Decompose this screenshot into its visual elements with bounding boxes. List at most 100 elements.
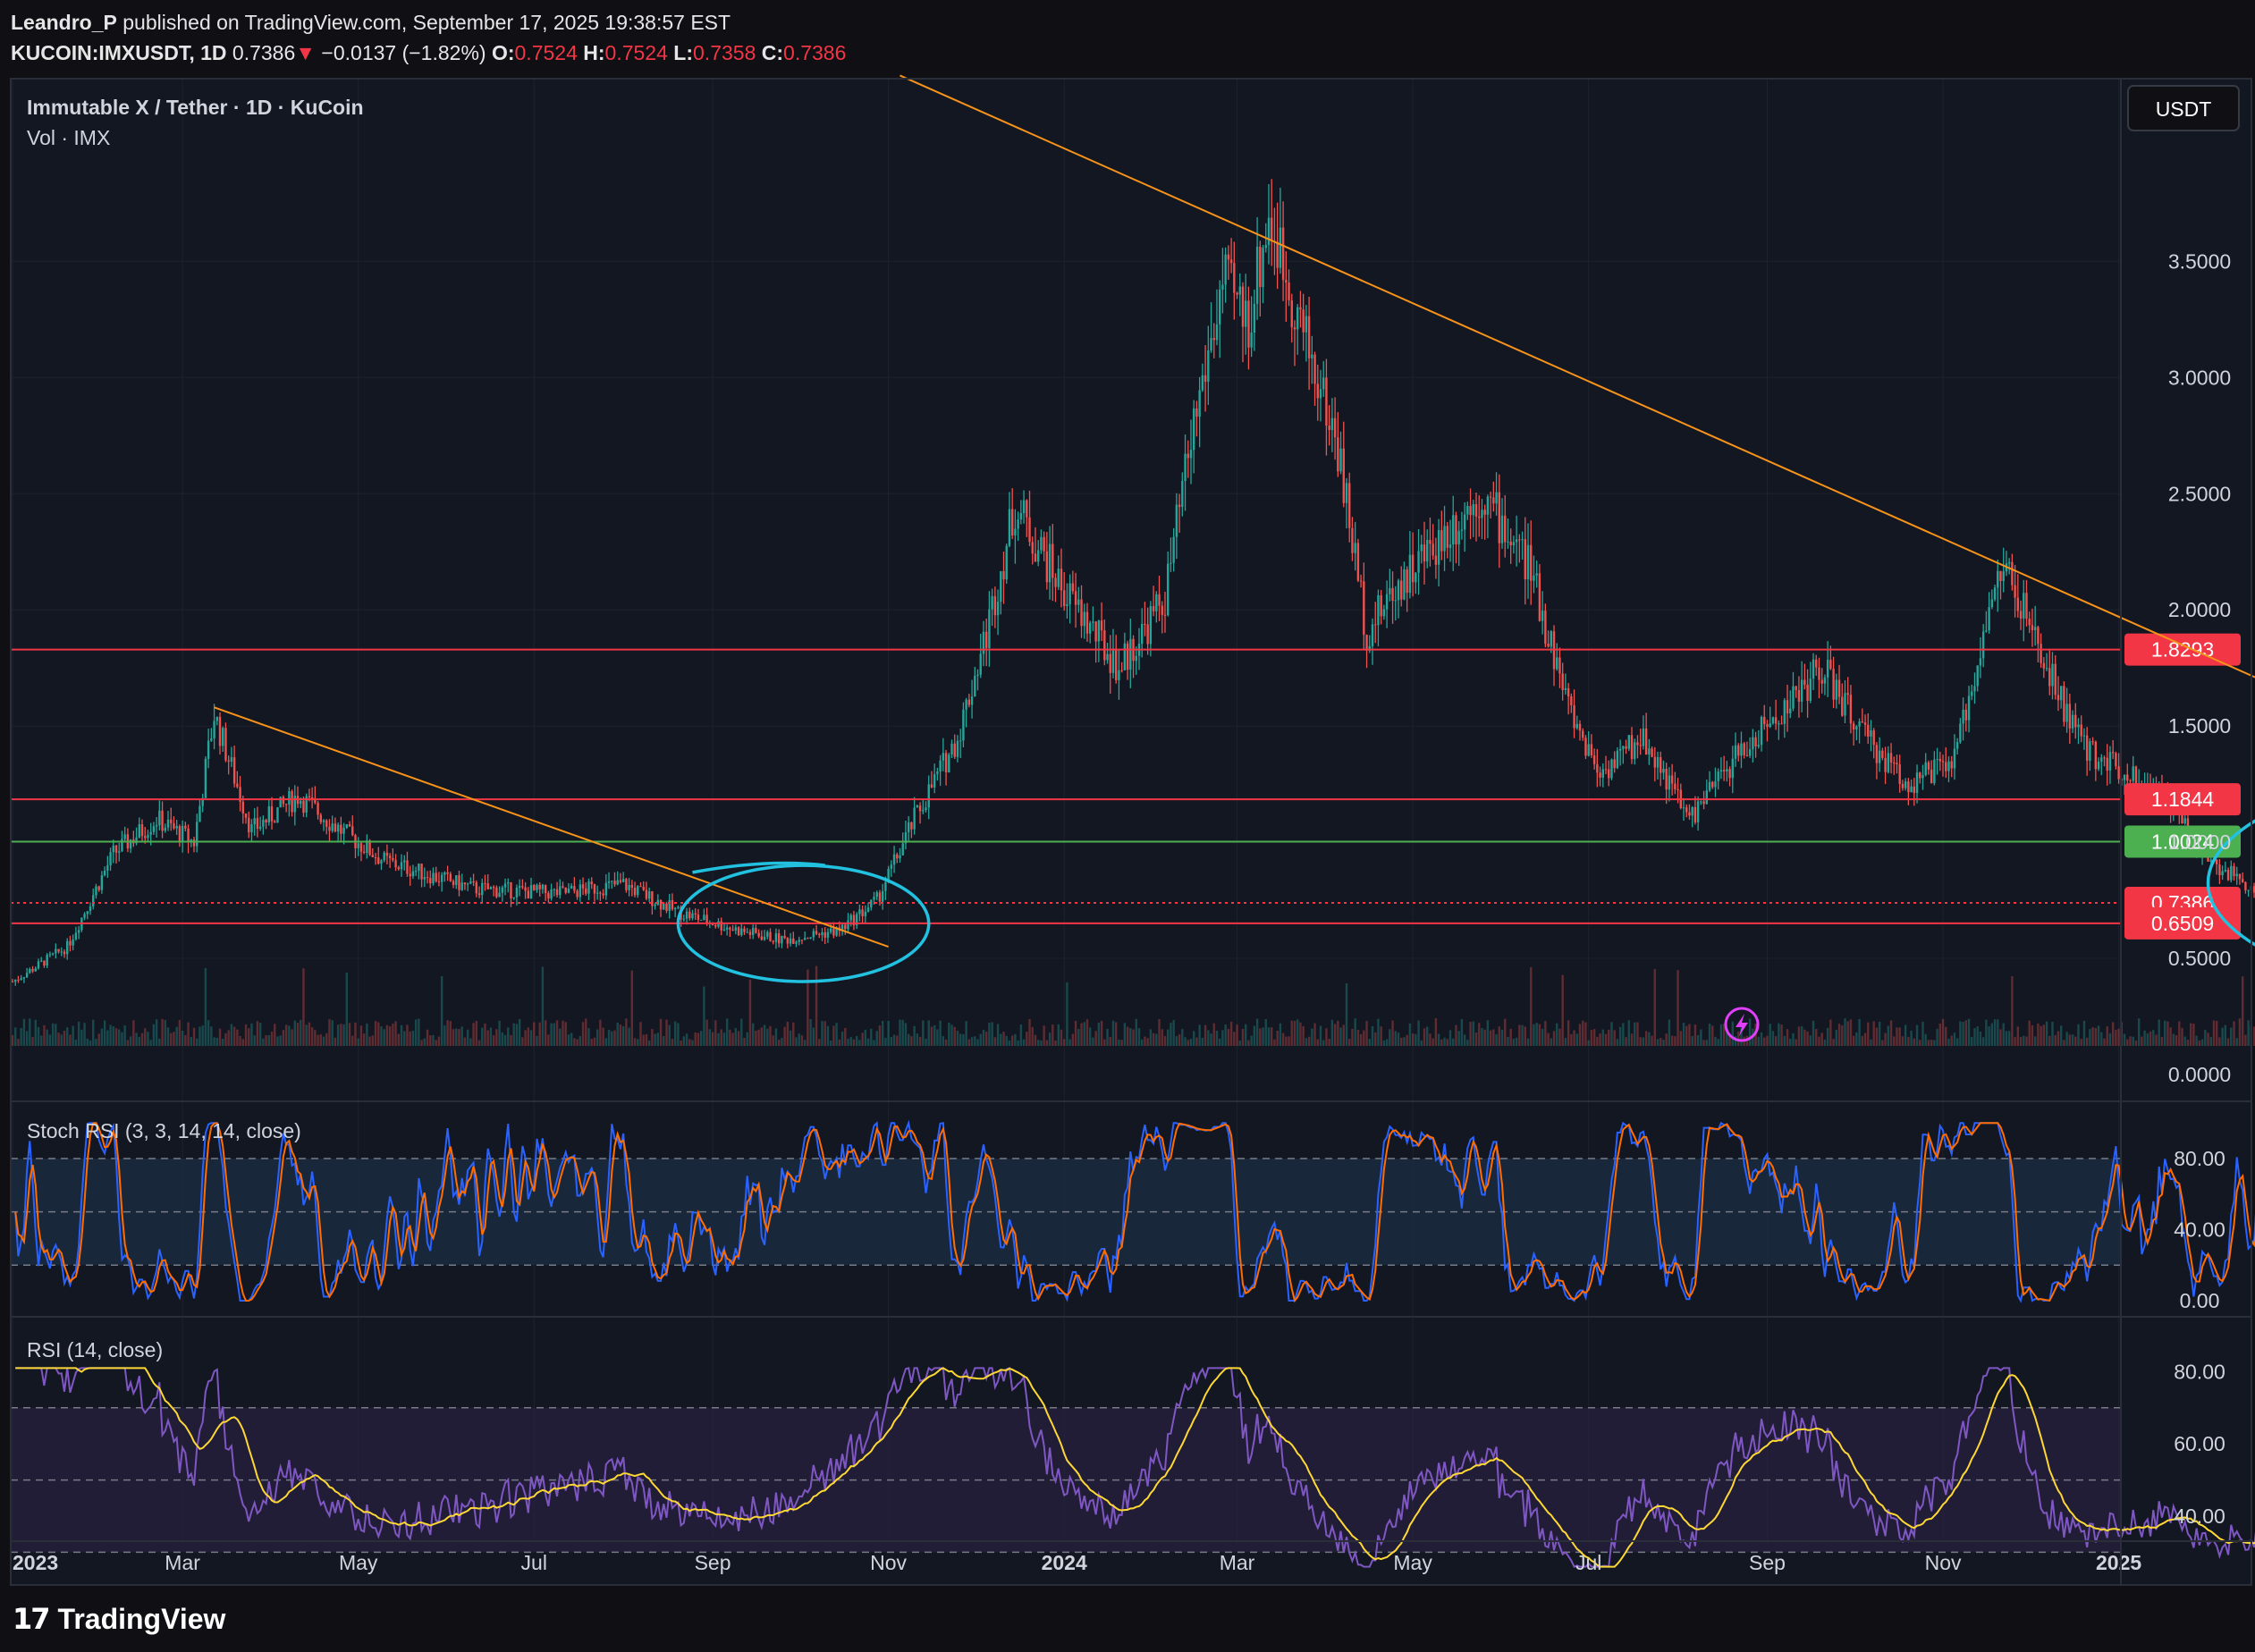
volume-bar: [1587, 1040, 1590, 1046]
volume-bar: [529, 1030, 533, 1046]
volume-bar: [284, 1024, 288, 1046]
volume-bar: [1094, 1031, 1097, 1046]
volume-bar: [838, 1039, 841, 1046]
volume-bar: [437, 1036, 441, 1046]
volume-bar: [564, 1022, 567, 1046]
volume-bar: [720, 1029, 722, 1046]
volume-bar: [2198, 1040, 2201, 1046]
volume-bar: [1544, 1021, 1547, 1046]
volume-bar: [1837, 1024, 1841, 1046]
volume-bar: [959, 1033, 962, 1046]
volume-bar: [1950, 1035, 1953, 1046]
volume-bar: [2065, 1032, 2068, 1046]
volume-bar: [1760, 1032, 1763, 1046]
volume-bar: [1472, 1021, 1474, 1046]
tradingview-footer[interactable]: 𝟭𝟳 TradingView: [13, 1602, 225, 1636]
volume-bar: [123, 1025, 126, 1046]
volume-bar: [374, 1021, 377, 1046]
volume-bar: [748, 979, 752, 1046]
volume-bar: [420, 1040, 423, 1046]
volume-bar: [1685, 1025, 1688, 1046]
volume-bar: [1250, 1035, 1253, 1046]
volume-bar: [852, 1039, 856, 1046]
volume-bar: [440, 976, 443, 1046]
volume-bar: [613, 1030, 616, 1046]
volume-bar: [354, 1022, 357, 1046]
volume-bar: [1924, 1033, 1927, 1046]
price-level-label: 1.8293: [2124, 633, 2241, 666]
volume-bar: [1570, 1033, 1573, 1046]
volume-bar: [927, 1020, 930, 1046]
volume-bar: [1351, 1028, 1354, 1046]
y-tick-label: 1.5000: [2168, 714, 2231, 738]
candle: [279, 796, 282, 808]
volume-bar: [1241, 1028, 1245, 1046]
volume-bar: [821, 1021, 823, 1046]
volume-bar: [170, 1032, 173, 1046]
volume-bar: [2126, 1039, 2129, 1046]
y-tick-label: 2.5000: [2168, 482, 2231, 505]
volume-bar: [2181, 1027, 2183, 1046]
volume-bar: [192, 1027, 196, 1046]
volume-bar: [1316, 1039, 1319, 1046]
volume-bar: [1210, 1033, 1212, 1046]
volume-bar: [2082, 1020, 2086, 1046]
volume-bar: [1518, 1024, 1521, 1046]
volume-bar: [948, 1022, 950, 1046]
volume-bar: [1893, 1036, 1896, 1046]
volume-bar: [2175, 1034, 2178, 1046]
volume-bar: [1610, 1022, 1613, 1046]
volume-bar: [1123, 1023, 1127, 1046]
svg-text:0.6509: 0.6509: [2151, 912, 2214, 935]
volume-bar: [1172, 1020, 1175, 1046]
volume-bar: [555, 1020, 559, 1046]
volume-bar: [449, 1021, 452, 1046]
volume-bar: [1682, 1023, 1685, 1046]
volume-bar: [1702, 1040, 1705, 1046]
volume-bar: [2080, 1039, 2082, 1046]
volume-bar: [2011, 975, 2014, 1046]
volume-bar: [1255, 1018, 1259, 1046]
volume-bar: [481, 1027, 484, 1046]
volume-bar: [1227, 1028, 1230, 1046]
volume-bar: [2160, 1037, 2164, 1046]
volume-bar: [181, 1030, 184, 1046]
volume-bar: [2089, 1029, 2091, 1046]
volume-bar: [1844, 1018, 1846, 1046]
volume-bar: [132, 1020, 135, 1046]
currency-button[interactable]: USDT: [2127, 85, 2240, 131]
volume-bar: [671, 1039, 674, 1046]
volume-bar: [37, 1026, 40, 1046]
volume-bar: [1938, 1024, 1942, 1046]
volume-bar: [604, 1038, 608, 1046]
volume-bar: [642, 1034, 645, 1046]
volume-bar: [1515, 1037, 1518, 1046]
volume-bar: [164, 1019, 166, 1046]
volume-bar: [2028, 1020, 2031, 1046]
volume-bar: [1872, 1021, 1875, 1046]
volume-bar: [1005, 1035, 1008, 1046]
volume-bar: [1976, 1026, 1979, 1046]
volume-bar: [328, 1019, 331, 1046]
volume-bar: [755, 1030, 757, 1046]
volume-bar: [1999, 1029, 2002, 1046]
volume-bar: [942, 1036, 945, 1046]
volume-bar: [2019, 1036, 2023, 1046]
volume-bar: [2238, 1018, 2242, 1046]
volume-bar: [1178, 1034, 1181, 1046]
volume-bar: [1887, 1025, 1890, 1046]
volume-bar: [1051, 1024, 1054, 1046]
volume-bar: [1596, 1036, 1599, 1046]
volume-bar: [1971, 1036, 1973, 1046]
volume-bar: [829, 1040, 832, 1046]
volume-bar: [887, 1020, 890, 1046]
volume-bar: [86, 1038, 89, 1046]
volume-bar: [455, 1028, 458, 1046]
volume-bar: [562, 1020, 564, 1046]
chart[interactable]: 1.82931.18441.00240.73860.6509 2023 Mar Ma…: [0, 0, 2255, 1652]
volume-bar: [1541, 1028, 1544, 1046]
volume-bar: [1215, 1031, 1219, 1046]
volume-bar: [1229, 1021, 1233, 1046]
volume-bar: [1415, 1033, 1417, 1046]
author[interactable]: Leandro_P: [11, 11, 117, 34]
